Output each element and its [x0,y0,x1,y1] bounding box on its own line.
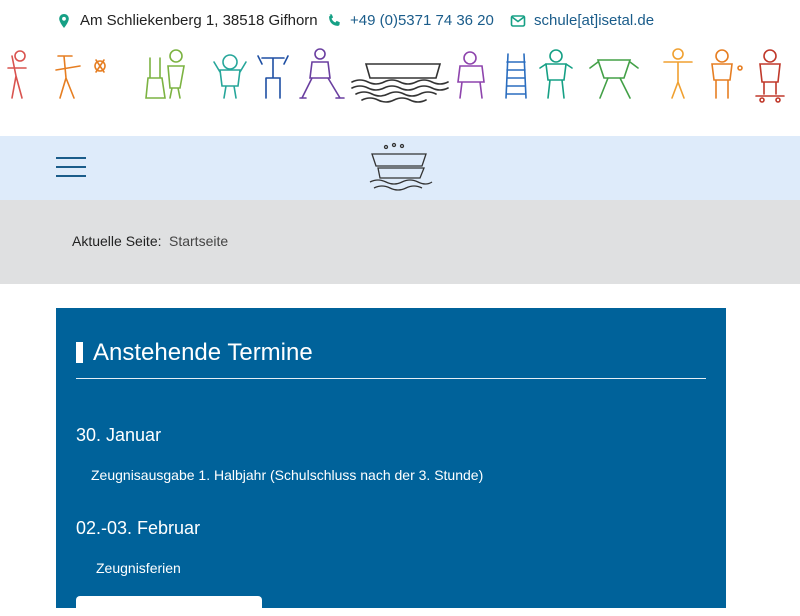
phone-item[interactable]: +49 (0)5371 74 36 20 [326,12,494,29]
envelope-icon [510,13,526,29]
hamburger-line [56,175,86,177]
menu-toggle-button[interactable] [56,157,86,177]
event-description: Zeugnisausgabe 1. Halbjahr (Schulschluss… [91,467,484,483]
contact-bar: Am Schliekenberg 1, 38518 Gifhorn +49 (0… [0,0,800,42]
divider [76,378,706,379]
title-accent-bar [76,342,83,363]
breadcrumb-label: Aktuelle Seite: [72,233,162,249]
panel-title: Anstehende Termine [93,339,313,366]
all-events-button[interactable] [76,596,262,616]
phone-icon [326,13,342,29]
address-item: Am Schliekenberg 1, 38518 Gifhorn [56,12,318,29]
address-text: Am Schliekenberg 1, 38518 Gifhorn [80,12,318,29]
phone-link[interactable]: +49 (0)5371 74 36 20 [350,12,494,29]
hamburger-line [56,157,86,159]
header-banner[interactable] [0,48,800,108]
email-link[interactable]: schule[at]isetal.de [534,12,654,29]
hamburger-line [56,166,86,168]
event-date: 02.-03. Februar [76,518,201,538]
school-logo-image [369,142,433,191]
email-item[interactable]: schule[at]isetal.de [510,12,654,29]
upcoming-events-panel: Anstehende Termine 30. Januar Zeugnisaus… [56,308,726,616]
event-description: Zeugnisferien [96,560,181,576]
event-date: 30. Januar [76,425,162,445]
children-drawings-illustration [7,48,785,103]
school-logo[interactable] [366,142,436,194]
map-pin-icon [56,13,72,29]
breadcrumb-current[interactable]: Startseite [169,233,228,249]
